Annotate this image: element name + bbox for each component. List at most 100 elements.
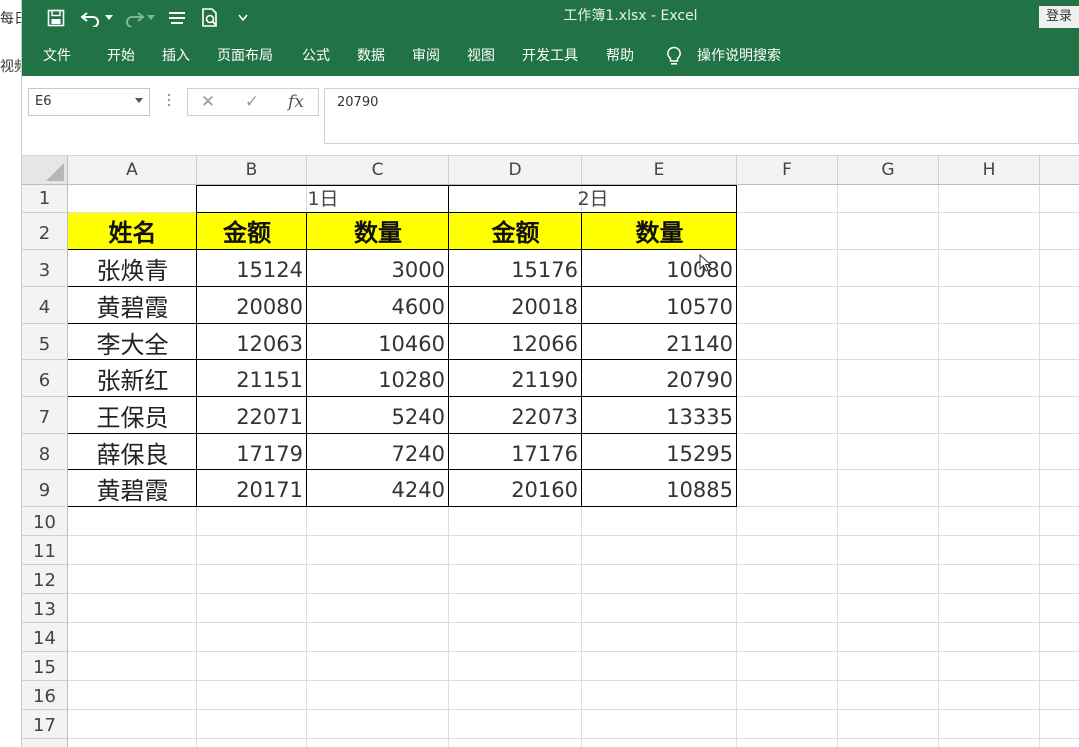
- column-header-f[interactable]: F: [737, 156, 838, 185]
- chevron-down-icon[interactable]: [135, 98, 143, 103]
- data-cell[interactable]: 13335: [582, 397, 737, 434]
- column-header-a[interactable]: A: [68, 156, 197, 185]
- header-cell-quantity[interactable]: 数量: [582, 213, 737, 250]
- data-cell[interactable]: 李大全: [68, 324, 197, 360]
- tab-file[interactable]: 文件: [43, 36, 71, 76]
- row-header[interactable]: 4: [22, 287, 68, 324]
- data-cell[interactable]: 王保员: [68, 397, 197, 434]
- header-cell-name[interactable]: 姓名: [68, 213, 197, 250]
- row-header[interactable]: 15: [22, 652, 68, 681]
- header-cell-quantity[interactable]: 数量: [307, 213, 449, 250]
- data-cell[interactable]: 15295: [582, 434, 737, 470]
- tab-home[interactable]: 开始: [107, 36, 135, 76]
- row-header[interactable]: 17: [22, 710, 68, 739]
- data-cell[interactable]: 17179: [197, 434, 307, 470]
- data-cell[interactable]: 薛保良: [68, 434, 197, 470]
- row-header[interactable]: 2: [22, 213, 68, 250]
- worksheet-grid[interactable]: A B C D E F G H 1 2 3 4 5 6 7 8 9 10 11 …: [22, 156, 1079, 747]
- row-header[interactable]: 10: [22, 507, 68, 536]
- formula-bar-resize-handle[interactable]: [168, 94, 171, 108]
- tab-page-layout[interactable]: 页面布局: [217, 36, 273, 76]
- row-header[interactable]: 6: [22, 360, 68, 397]
- formula-value: 20790: [337, 95, 379, 110]
- data-cell[interactable]: 7240: [307, 434, 449, 470]
- header-cell-amount[interactable]: 金额: [449, 213, 582, 250]
- cancel-icon[interactable]: ✕: [196, 91, 220, 113]
- data-cell[interactable]: 10885: [582, 470, 737, 507]
- tab-help[interactable]: 帮助: [606, 36, 634, 76]
- row-header[interactable]: 11: [22, 536, 68, 565]
- data-cell[interactable]: 黄碧霞: [68, 470, 197, 507]
- column-header-i[interactable]: [1040, 156, 1079, 185]
- data-cell[interactable]: 17176: [449, 434, 582, 470]
- data-cell[interactable]: 12066: [449, 324, 582, 360]
- data-cell[interactable]: 3000: [307, 250, 449, 287]
- day-1-label[interactable]: 1日: [197, 185, 449, 213]
- row-header[interactable]: 12: [22, 565, 68, 594]
- data-cell[interactable]: 21190: [449, 360, 582, 397]
- tab-review[interactable]: 审阅: [412, 36, 440, 76]
- background-text: 视频: [0, 59, 21, 75]
- data-cell[interactable]: 15124: [197, 250, 307, 287]
- column-header-b[interactable]: B: [197, 156, 307, 185]
- background-text: 每日: [0, 11, 21, 27]
- login-button[interactable]: 登录: [1039, 6, 1079, 28]
- data-cell[interactable]: 张新红: [68, 360, 197, 397]
- row-header[interactable]: 5: [22, 324, 68, 360]
- active-cell[interactable]: 20790: [582, 360, 737, 397]
- row-header[interactable]: 14: [22, 623, 68, 652]
- row-header[interactable]: 16: [22, 681, 68, 710]
- data-cell[interactable]: 20160: [449, 470, 582, 507]
- select-all-button[interactable]: [22, 156, 68, 185]
- data-cell[interactable]: 22071: [197, 397, 307, 434]
- enter-check-icon[interactable]: ✓: [240, 91, 264, 113]
- row-header[interactable]: 3: [22, 250, 68, 287]
- data-cell[interactable]: 20171: [197, 470, 307, 507]
- table-border: [196, 185, 197, 507]
- tab-formulas[interactable]: 公式: [302, 36, 330, 76]
- row-header[interactable]: [22, 739, 68, 747]
- data-cell[interactable]: 21151: [197, 360, 307, 397]
- tab-data[interactable]: 数据: [357, 36, 385, 76]
- tab-view[interactable]: 视图: [467, 36, 495, 76]
- data-cell[interactable]: 22073: [449, 397, 582, 434]
- tab-developer[interactable]: 开发工具: [522, 36, 578, 76]
- row-header[interactable]: 8: [22, 434, 68, 470]
- row-header[interactable]: 1: [22, 185, 68, 213]
- data-cell[interactable]: 黄碧霞: [68, 287, 197, 324]
- data-cell[interactable]: 10460: [307, 324, 449, 360]
- table-border: [306, 212, 307, 507]
- data-cell[interactable]: 10280: [307, 360, 449, 397]
- data-cell[interactable]: 10080: [582, 250, 737, 287]
- column-header-c[interactable]: C: [307, 156, 449, 185]
- row-header[interactable]: 9: [22, 470, 68, 507]
- formula-input[interactable]: 20790: [324, 88, 1079, 144]
- data-cell[interactable]: 12063: [197, 324, 307, 360]
- header-cell-amount[interactable]: 金额: [197, 213, 307, 250]
- data-cell[interactable]: 15176: [449, 250, 582, 287]
- column-header-e[interactable]: E: [582, 156, 737, 185]
- data-cell[interactable]: 4600: [307, 287, 449, 324]
- tab-insert[interactable]: 插入: [162, 36, 190, 76]
- lightbulb-icon[interactable]: [666, 36, 686, 76]
- table-border: [197, 185, 737, 186]
- table-border: [68, 506, 737, 507]
- data-cell[interactable]: 20080: [197, 287, 307, 324]
- data-cell[interactable]: 10570: [582, 287, 737, 324]
- name-box[interactable]: E6: [28, 88, 150, 116]
- column-header-g[interactable]: G: [838, 156, 939, 185]
- tell-me-search[interactable]: 操作说明搜索: [697, 36, 781, 76]
- column-header-h[interactable]: H: [939, 156, 1040, 185]
- column-header-d[interactable]: D: [449, 156, 582, 185]
- data-cell[interactable]: 张焕青: [68, 250, 197, 287]
- insert-function-icon[interactable]: fx: [284, 91, 308, 113]
- data-cell[interactable]: 4240: [307, 470, 449, 507]
- data-cell[interactable]: 5240: [307, 397, 449, 434]
- row-header[interactable]: 13: [22, 594, 68, 623]
- row-header[interactable]: 7: [22, 397, 68, 434]
- title-bar: 工作簿1.xlsx - Excel 登录: [22, 0, 1079, 36]
- table-border: [68, 323, 737, 324]
- data-cell[interactable]: 20018: [449, 287, 582, 324]
- data-cell[interactable]: 21140: [582, 324, 737, 360]
- day-2-label[interactable]: 2日: [449, 185, 737, 213]
